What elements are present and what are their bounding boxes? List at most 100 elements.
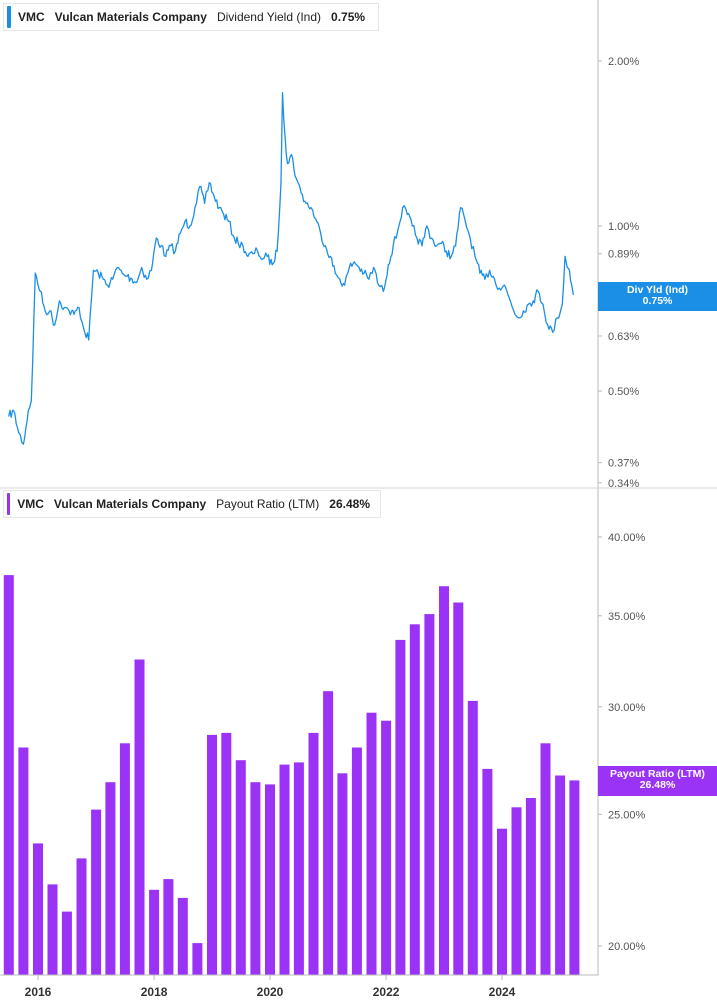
dividend-yield-point	[571, 284, 573, 286]
payout-ratio-bar	[76, 858, 87, 975]
payout-ratio-bar	[279, 764, 290, 975]
dividend-yield-point	[440, 242, 442, 244]
dividend-yield-point	[474, 255, 476, 258]
dividend-yield-point	[237, 242, 239, 244]
dividend-yield-point	[344, 284, 346, 286]
payout-ratio-bar	[511, 807, 522, 975]
dividend-yield-point	[532, 300, 534, 302]
payout-ratio-bar	[47, 884, 58, 975]
payout-ratio-bar	[482, 768, 493, 975]
payout-ratio-bar	[134, 659, 145, 975]
bottom-bars-layer	[3, 575, 580, 975]
payout-ratio-bar	[525, 798, 536, 975]
top-legend-swatch	[7, 6, 11, 28]
bottom-legend-ticker: VMC	[17, 497, 44, 511]
x-tick-label: 2016	[25, 985, 52, 999]
dividend-yield-point	[107, 284, 109, 286]
top-value-tag: Div Yld (Ind) 0.75%	[598, 282, 717, 311]
dividend-yield-point	[305, 202, 307, 204]
payout-ratio-bar	[18, 747, 29, 975]
dividend-yield-point	[44, 310, 46, 312]
dividend-yield-point	[257, 250, 259, 252]
dividend-yield-point	[27, 410, 29, 412]
dividend-yield-point	[542, 303, 544, 305]
dividend-yield-point	[252, 253, 254, 255]
bottom-y-tick-label: 30.00%	[608, 702, 646, 714]
dividend-yield-point	[290, 153, 293, 156]
top-series-layer	[8, 92, 574, 445]
payout-ratio-bar	[163, 879, 174, 975]
dividend-yield-point	[459, 207, 462, 209]
payout-ratio-bar	[337, 773, 348, 975]
dividend-yield-point	[155, 237, 157, 239]
dividend-yield-point	[556, 317, 559, 319]
dividend-yield-point	[503, 284, 505, 286]
dividend-yield-point	[141, 266, 143, 269]
top-y-tick-label: 0.34%	[608, 478, 639, 490]
dividend-yield-point	[566, 266, 568, 269]
top-legend-metric: Dividend Yield (Ind)	[216, 10, 322, 24]
bottom-legend-value: 26.48%	[329, 497, 370, 511]
dividend-yield-point	[150, 269, 152, 271]
dividend-yield-point	[78, 306, 80, 309]
payout-ratio-bar	[235, 760, 246, 975]
payout-ratio-bar	[453, 602, 464, 975]
dividend-yield-point	[102, 278, 104, 280]
dividend-yield-point	[450, 255, 452, 258]
dividend-yield-point	[339, 278, 341, 280]
dividend-yield-point	[184, 220, 186, 222]
top-y-tick-label: 0.37%	[608, 458, 639, 470]
top-legend: VMC Vulcan Materials Company Dividend Yi…	[3, 3, 379, 31]
payout-ratio-bar	[424, 614, 435, 975]
dividend-yield-point	[537, 290, 539, 292]
dividend-yield-point	[334, 272, 336, 274]
dividend-yield-point	[426, 225, 428, 227]
bottom-legend-metric: Payout Ratio (LTM)	[216, 497, 320, 511]
dividend-yield-point	[83, 327, 85, 330]
dividend-yield-point	[310, 207, 312, 209]
dividend-yield-point	[146, 278, 148, 280]
bottom-value-tag: Payout Ratio (LTM) 26.48%	[598, 766, 717, 796]
dividend-yield-point	[165, 255, 167, 258]
dividend-yield-point	[315, 218, 317, 220]
payout-ratio-bar	[119, 743, 130, 975]
bottom-legend: VMC Vulcan Materials Company Payout Rati…	[3, 490, 381, 518]
payout-ratio-bar	[395, 639, 406, 975]
dividend-yield-point	[208, 181, 210, 184]
dividend-yield-point	[227, 220, 230, 222]
dividend-yield-point	[401, 207, 404, 209]
bottom-legend-company: Vulcan Materials Company	[53, 497, 207, 511]
dividend-yield-point	[493, 278, 496, 280]
dividend-yield-point	[213, 196, 215, 198]
top-y-tick-label: 2.00%	[608, 56, 639, 68]
dividend-yield-point	[368, 278, 370, 280]
dividend-yield-point	[280, 181, 282, 184]
dividend-yield-point	[242, 245, 244, 247]
payout-ratio-bar	[323, 691, 334, 975]
dividend-yield-point	[358, 266, 360, 269]
dividend-yield-point	[300, 192, 302, 194]
dividend-yield-point	[223, 213, 225, 215]
top-tag-value: 0.75%	[642, 295, 673, 307]
dividend-yield-point	[527, 303, 529, 305]
dividend-yield-point	[363, 272, 365, 274]
dividend-yield-point	[179, 232, 181, 234]
payout-ratio-bar	[467, 700, 478, 975]
dividend-yield-point	[455, 245, 457, 247]
top-legend-value: 0.75%	[331, 10, 366, 24]
dividend-yield-point	[382, 290, 384, 292]
payout-ratio-bar	[381, 720, 392, 975]
dividend-yield-point	[49, 310, 51, 312]
dividend-yield-point	[295, 178, 297, 180]
dividend-yield-point	[73, 313, 75, 315]
dividend-yield-point	[247, 255, 249, 258]
dividend-yield-point	[131, 278, 133, 280]
payout-ratio-bar	[569, 780, 580, 975]
dividend-yield-point	[284, 136, 286, 139]
dividend-yield-point	[416, 237, 418, 239]
payout-ratio-bar	[351, 747, 362, 975]
dividend-yield-point	[572, 293, 574, 296]
dividend-yield-point	[18, 431, 20, 434]
bottom-y-tick-label: 35.00%	[608, 611, 646, 623]
payout-ratio-bar	[555, 775, 566, 975]
